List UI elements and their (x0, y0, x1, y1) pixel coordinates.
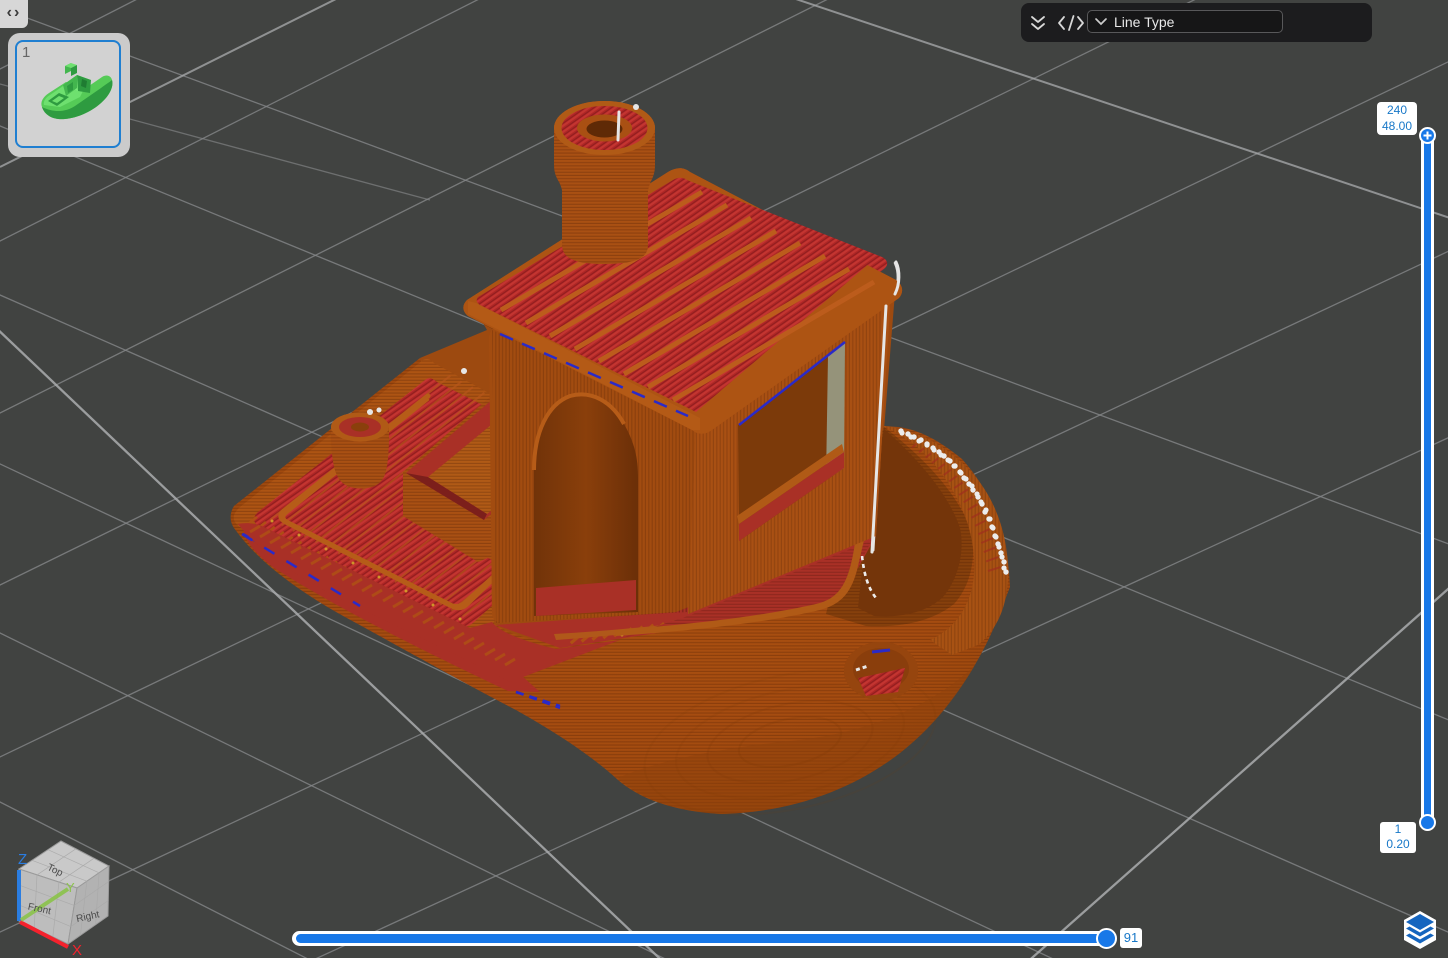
svg-text:X: X (72, 942, 82, 958)
svg-text:Y: Y (66, 880, 75, 895)
svg-text:Z: Z (18, 851, 27, 868)
